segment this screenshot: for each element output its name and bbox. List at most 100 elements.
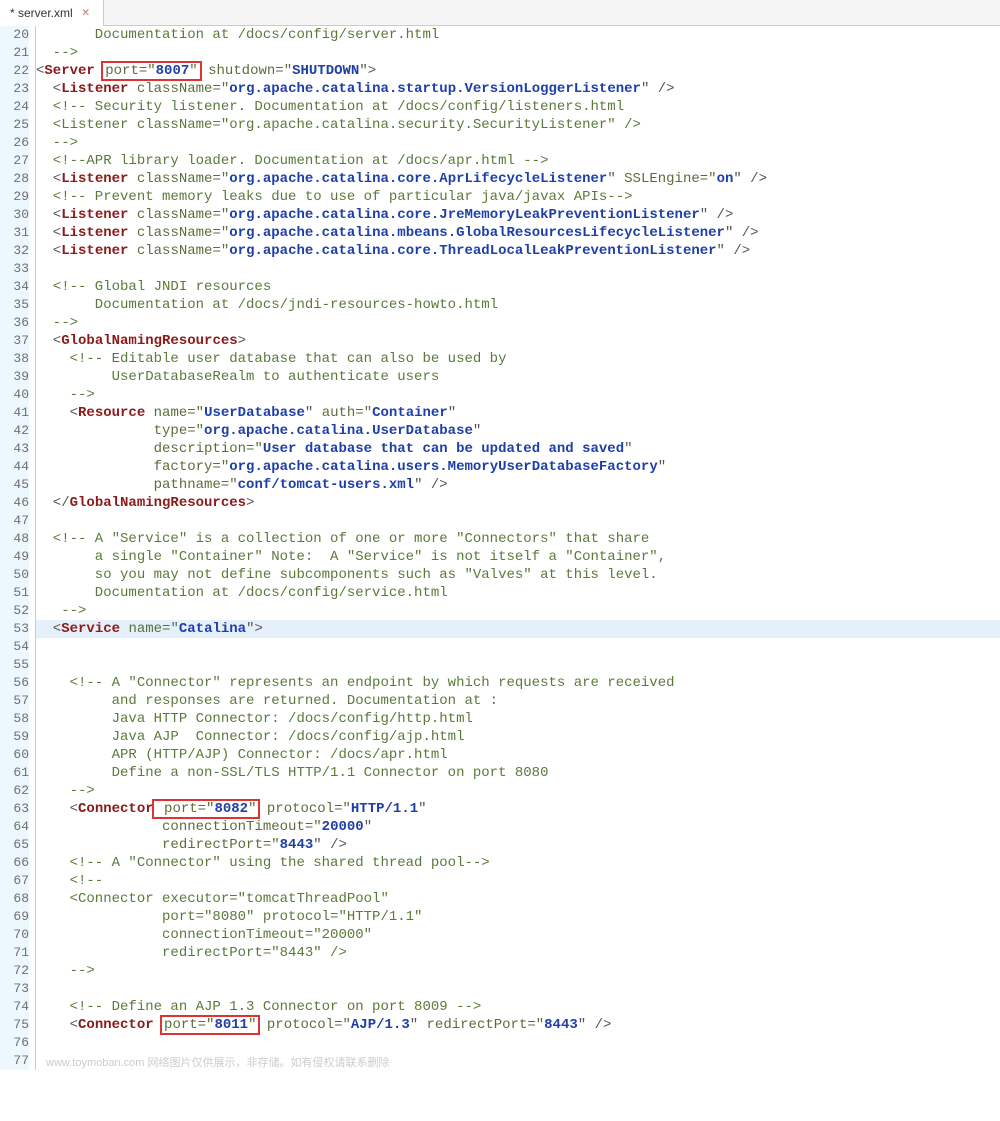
code-line: <!--APR library loader. Documentation at… — [36, 152, 1000, 170]
code-line: <!-- Define an AJP 1.3 Connector on port… — [36, 998, 1000, 1016]
highlight-box: port="8007" — [101, 61, 201, 81]
close-icon[interactable]: ✕ — [79, 6, 93, 20]
code-line: description="User database that can be u… — [36, 440, 1000, 458]
code-line — [36, 512, 1000, 530]
code-line: Documentation at /docs/config/server.htm… — [36, 26, 1000, 44]
line-number: 49 — [0, 548, 29, 566]
line-number: 59 — [0, 728, 29, 746]
code-area[interactable]: Documentation at /docs/config/server.htm… — [36, 26, 1000, 1070]
line-number: 70 — [0, 926, 29, 944]
line-number: 66 — [0, 854, 29, 872]
code-line — [36, 638, 1000, 656]
line-number: 46 — [0, 494, 29, 512]
line-number: 39 — [0, 368, 29, 386]
code-line: so you may not define subcomponents such… — [36, 566, 1000, 584]
code-line: UserDatabaseRealm to authenticate users — [36, 368, 1000, 386]
code-line: --> — [36, 782, 1000, 800]
line-number: 21 — [0, 44, 29, 62]
line-number: 52 — [0, 602, 29, 620]
line-number: 23 — [0, 80, 29, 98]
line-number: 24 — [0, 98, 29, 116]
line-number: 71 — [0, 944, 29, 962]
code-line — [36, 260, 1000, 278]
code-line: <!-- Security listener. Documentation at… — [36, 98, 1000, 116]
code-line — [36, 1034, 1000, 1052]
line-number: 54 — [0, 638, 29, 656]
line-number: 35 — [0, 296, 29, 314]
line-number: 37 — [0, 332, 29, 350]
line-number: 50 — [0, 566, 29, 584]
line-number: 47 — [0, 512, 29, 530]
code-line: Documentation at /docs/config/service.ht… — [36, 584, 1000, 602]
line-number: 42 — [0, 422, 29, 440]
line-number: 68 — [0, 890, 29, 908]
line-number: 57 — [0, 692, 29, 710]
code-line: --> — [36, 386, 1000, 404]
line-number: 34 — [0, 278, 29, 296]
code-line: --> — [36, 314, 1000, 332]
line-number-gutter: 2021222324252627282930313233343536373839… — [0, 26, 36, 1070]
code-line: port="8080" protocol="HTTP/1.1" — [36, 908, 1000, 926]
line-number: 72 — [0, 962, 29, 980]
code-line: <GlobalNamingResources> — [36, 332, 1000, 350]
line-number: 38 — [0, 350, 29, 368]
code-line: <!-- A "Connector" using the shared thre… — [36, 854, 1000, 872]
code-line: redirectPort="8443" /> — [36, 944, 1000, 962]
editor-tab[interactable]: * server.xml ✕ — [0, 0, 104, 26]
line-number: 76 — [0, 1034, 29, 1052]
code-line: <Server port="8007" shutdown="SHUTDOWN"> — [36, 62, 1000, 80]
line-number: 32 — [0, 242, 29, 260]
code-line: Define a non-SSL/TLS HTTP/1.1 Connector … — [36, 764, 1000, 782]
line-number: 60 — [0, 746, 29, 764]
line-number: 41 — [0, 404, 29, 422]
code-line: <Listener className="org.apache.catalina… — [36, 206, 1000, 224]
line-number: 45 — [0, 476, 29, 494]
code-editor[interactable]: 2021222324252627282930313233343536373839… — [0, 26, 1000, 1070]
line-number: 65 — [0, 836, 29, 854]
line-number: 74 — [0, 998, 29, 1016]
line-number: 30 — [0, 206, 29, 224]
code-line: Documentation at /docs/jndi-resources-ho… — [36, 296, 1000, 314]
code-line: <!-- Global JNDI resources — [36, 278, 1000, 296]
line-number: 28 — [0, 170, 29, 188]
tab-bar: * server.xml ✕ — [0, 0, 1000, 26]
line-number: 48 — [0, 530, 29, 548]
line-number: 69 — [0, 908, 29, 926]
code-line — [36, 656, 1000, 674]
highlight-box: port="8082" — [152, 799, 261, 819]
line-number: 62 — [0, 782, 29, 800]
tab-label: * server.xml — [10, 6, 73, 20]
code-line: <Connector port="8082" protocol="HTTP/1.… — [36, 800, 1000, 818]
code-line: a single "Container" Note: A "Service" i… — [36, 548, 1000, 566]
code-line: type="org.apache.catalina.UserDatabase" — [36, 422, 1000, 440]
line-number: 33 — [0, 260, 29, 278]
line-number: 44 — [0, 458, 29, 476]
code-line: APR (HTTP/AJP) Connector: /docs/apr.html — [36, 746, 1000, 764]
code-line: and responses are returned. Documentatio… — [36, 692, 1000, 710]
code-line: <Listener className="org.apache.catalina… — [36, 170, 1000, 188]
code-line: --> — [36, 134, 1000, 152]
line-number: 53 — [0, 620, 29, 638]
line-number: 55 — [0, 656, 29, 674]
code-line: <Listener className="org.apache.catalina… — [36, 116, 1000, 134]
line-number: 29 — [0, 188, 29, 206]
line-number: 58 — [0, 710, 29, 728]
line-number: 22 — [0, 62, 29, 80]
code-line: connectionTimeout="20000" — [36, 818, 1000, 836]
code-line: connectionTimeout="20000" — [36, 926, 1000, 944]
code-line: </GlobalNamingResources> — [36, 494, 1000, 512]
code-line: <Service name="Catalina"> — [36, 620, 1000, 638]
line-number: 67 — [0, 872, 29, 890]
code-line: <Listener className="org.apache.catalina… — [36, 80, 1000, 98]
line-number: 25 — [0, 116, 29, 134]
code-line: --> — [36, 602, 1000, 620]
code-line: --> — [36, 44, 1000, 62]
watermark-text: www.toymoban.com 网络图片仅供展示，非存储。如有侵权请联系删除 — [46, 1054, 389, 1070]
code-line: --> — [36, 962, 1000, 980]
line-number: 51 — [0, 584, 29, 602]
code-line — [36, 980, 1000, 998]
code-line: <Listener className="org.apache.catalina… — [36, 242, 1000, 260]
code-line: <Listener className="org.apache.catalina… — [36, 224, 1000, 242]
line-number: 36 — [0, 314, 29, 332]
code-line: <!-- Editable user database that can als… — [36, 350, 1000, 368]
